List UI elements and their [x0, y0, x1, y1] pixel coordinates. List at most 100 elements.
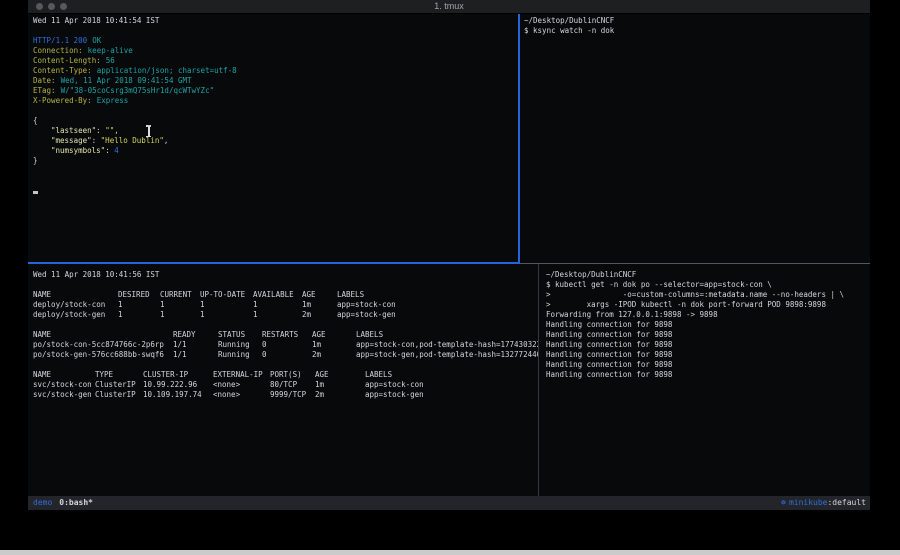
- table-cell: Running: [218, 340, 262, 350]
- table-cell: ClusterIP: [95, 380, 143, 390]
- timestamp-line: Wed 11 Apr 2018 10:41:56 IST: [33, 270, 538, 280]
- table-cell: PORT(S): [270, 370, 315, 380]
- json-entry-message: "message": "Hello Dublin",: [33, 136, 518, 146]
- table-cell: 80/TCP: [270, 380, 315, 390]
- table-cell: LABELS: [356, 330, 538, 340]
- table-cell: LABELS: [337, 290, 538, 300]
- json-entry-lastseen: "lastseen": "",: [33, 126, 518, 136]
- json-open-brace: {: [33, 116, 518, 126]
- http-header-content-type: Content-Type:application/json; charset=u…: [33, 66, 518, 76]
- table-cell: NAME: [33, 330, 173, 340]
- table-cell: app=stock-con: [337, 300, 538, 310]
- table-cell: NAME: [33, 370, 95, 380]
- pane-http-response[interactable]: Wed 11 Apr 2018 10:41:54 IST HTTP/1.1 20…: [28, 14, 518, 262]
- table-cell: 1/1: [173, 340, 218, 350]
- terminal-cursor: [33, 191, 38, 194]
- blank-line: [33, 106, 518, 116]
- table-cell: UP-TO-DATE: [200, 290, 253, 300]
- table-cell: 1m: [302, 300, 337, 310]
- kube-context: minikube: [789, 498, 828, 507]
- table-header-row: NAMETYPECLUSTER-IPEXTERNAL-IPPORT(S)AGEL…: [33, 370, 538, 380]
- table-cell: 1: [200, 300, 253, 310]
- http-header-x-powered-by: X-Powered-By:Express: [33, 96, 518, 106]
- table-cell: 1: [253, 300, 302, 310]
- pane-port-forward[interactable]: ~/Desktop/DublinCNCF $ kubectl get -n do…: [540, 264, 870, 496]
- table-cell: 2m: [315, 390, 365, 400]
- ksync-output: ~/Desktop/DublinCNCF $ ksync watch -n do…: [524, 16, 870, 36]
- table-cell: <none>: [213, 380, 270, 390]
- http-header-etag: ETag:W/"38-05coCsrg3mQ75sHr1d/qcWTwYZc": [33, 86, 518, 96]
- status-bar-left: demo 0:bash*: [33, 496, 93, 510]
- mouse-text-cursor-icon: [145, 125, 152, 137]
- table-cell: LABELS: [365, 370, 538, 380]
- http-reason: OK: [92, 36, 101, 45]
- table-row: po/stock-gen-576cc688bb-swqf61/1Running0…: [33, 350, 538, 360]
- table-cell: app=stock-gen: [337, 310, 538, 320]
- terminal-window: 1. tmux Wed 11 Apr 2018 10:41:54 IST HTT…: [28, 0, 870, 510]
- table-cell: 0: [262, 350, 312, 360]
- json-entry-numsymbols: "numsymbols": 4: [33, 146, 518, 156]
- table-cell: 9999/TCP: [270, 390, 315, 400]
- session-name: demo: [33, 498, 52, 507]
- table-cell: AGE: [312, 330, 356, 340]
- window-titlebar[interactable]: 1. tmux: [28, 0, 870, 14]
- pane-ksync-watch[interactable]: ~/Desktop/DublinCNCF $ ksync watch -n do…: [520, 14, 870, 262]
- timestamp-line: Wed 11 Apr 2018 10:41:54 IST: [33, 16, 518, 26]
- table-cell: svc/stock-gen: [33, 390, 95, 400]
- kubernetes-icon: ☸: [781, 498, 786, 507]
- table-cell: 1: [118, 300, 160, 310]
- http-header-date: Date:Wed, 11 Apr 2018 09:41:54 GMT: [33, 76, 518, 86]
- table-row: po/stock-con-5cc874766c-2p6rp1/1Running0…: [33, 340, 538, 350]
- http-protocol: HTTP/1.1 200: [33, 36, 87, 45]
- table-cell: app=stock-gen: [365, 390, 538, 400]
- table-cell: 1: [200, 310, 253, 320]
- table-cell: 10.99.222.96: [143, 380, 213, 390]
- blank-line: [33, 166, 518, 176]
- table-cell: CLUSTER-IP: [143, 370, 213, 380]
- blank-line: [33, 280, 538, 290]
- table-cell: 1: [118, 310, 160, 320]
- table-cell: 10.109.197.74: [143, 390, 213, 400]
- table-cell: 1/1: [173, 350, 218, 360]
- table-cell: STATUS: [218, 330, 262, 340]
- pane-divider-vertical-top[interactable]: [518, 14, 520, 263]
- table-cell: 2m: [302, 310, 337, 320]
- pane-divider-vertical-bottom[interactable]: [538, 264, 539, 496]
- table-cell: app=stock-con,pod-template-hash=17743032…: [356, 340, 538, 350]
- table-row: svc/stock-conClusterIP10.99.222.96<none>…: [33, 380, 538, 390]
- table-cell: ClusterIP: [95, 390, 143, 400]
- blank-line: [33, 26, 518, 36]
- table-cell: AGE: [315, 370, 365, 380]
- pane-kubectl-resources[interactable]: Wed 11 Apr 2018 10:41:56 IST NAMEDESIRED…: [28, 264, 538, 496]
- table-cell: Running: [218, 350, 262, 360]
- table-cell: 1m: [315, 380, 365, 390]
- table-cell: 2m: [312, 350, 356, 360]
- blank-line: [33, 176, 518, 186]
- table-cell: AVAILABLE: [253, 290, 302, 300]
- table-header-row: NAMEREADYSTATUSRESTARTSAGELABELS: [33, 330, 538, 340]
- table-cell: <none>: [213, 390, 270, 400]
- services-table: NAMETYPECLUSTER-IPEXTERNAL-IPPORT(S)AGEL…: [33, 370, 538, 400]
- tmux-status-bar: demo 0:bash* ☸minikube:default: [28, 496, 870, 510]
- table-cell: TYPE: [95, 370, 143, 380]
- window-tab-label[interactable]: 0:bash*: [59, 498, 93, 507]
- table-cell: deploy/stock-con: [33, 300, 118, 310]
- http-status-line: HTTP/1.1 200 OK: [33, 36, 518, 46]
- table-cell: app=stock-gen,pod-template-hash=13277244…: [356, 350, 538, 360]
- http-header-content-length: Content-Length:56: [33, 56, 518, 66]
- table-row: deploy/stock-con11111mapp=stock-con: [33, 300, 538, 310]
- deployments-table: NAMEDESIREDCURRENTUP-TO-DATEAVAILABLEAGE…: [33, 290, 538, 320]
- window-title: 1. tmux: [28, 1, 870, 11]
- table-cell: deploy/stock-gen: [33, 310, 118, 320]
- table-cell: svc/stock-con: [33, 380, 95, 390]
- table-cell: 1: [253, 310, 302, 320]
- http-header-connection: Connection:keep-alive: [33, 46, 518, 56]
- table-cell: NAME: [33, 290, 118, 300]
- table-header-row: NAMEDESIREDCURRENTUP-TO-DATEAVAILABLEAGE…: [33, 290, 538, 300]
- table-cell: AGE: [302, 290, 337, 300]
- table-cell: 1: [160, 310, 200, 320]
- status-bar-right: ☸minikube:default: [781, 496, 866, 510]
- table-cell: po/stock-con-5cc874766c-2p6rp: [33, 340, 173, 350]
- table-cell: READY: [173, 330, 218, 340]
- table-row: svc/stock-genClusterIP10.109.197.74<none…: [33, 390, 538, 400]
